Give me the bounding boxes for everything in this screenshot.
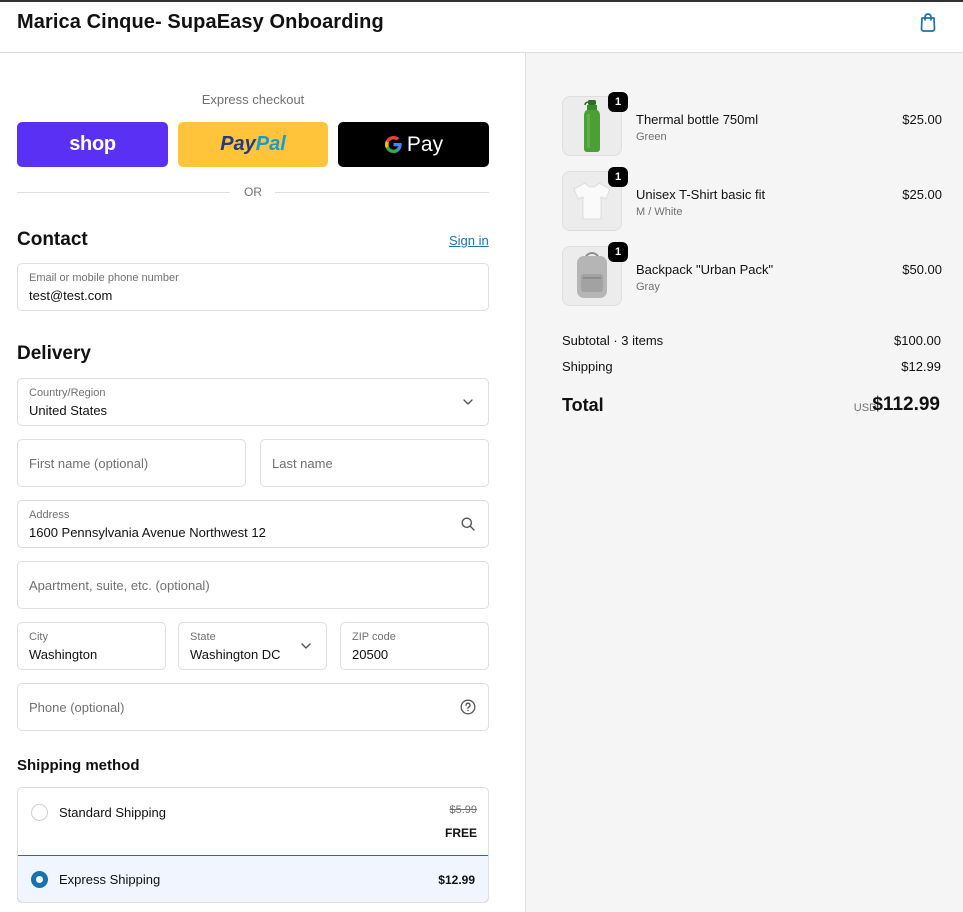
- item-name: Unisex T-Shirt basic fit: [636, 187, 766, 202]
- item-variant: Green: [636, 131, 667, 143]
- quantity-badge: 1: [608, 92, 628, 112]
- email-field[interactable]: Email or mobile phone number test@test.c…: [17, 263, 489, 311]
- first-name-field[interactable]: First name (optional): [17, 439, 246, 487]
- item-price: $25.00: [902, 187, 942, 202]
- checkout-form-panel: Express checkout shop PayPal Pay OR Cont…: [0, 53, 525, 912]
- item-name: Thermal bottle 750ml: [636, 112, 759, 127]
- cart-item: 1 Thermal bottle 750ml Green $25.00: [562, 92, 942, 158]
- shipping-row: Shipping $12.99: [562, 359, 941, 374]
- zip-value: 20500: [352, 647, 389, 662]
- city-label: City: [29, 631, 48, 643]
- apartment-placeholder: Apartment, suite, etc. (optional): [29, 578, 210, 593]
- country-select[interactable]: Country/Region United States: [17, 378, 489, 426]
- item-name: Backpack "Urban Pack": [636, 262, 774, 277]
- help-circle-icon[interactable]: [460, 699, 476, 715]
- google-pay-logo: Pay: [384, 133, 443, 157]
- express-checkout-label: Express checkout: [201, 92, 305, 107]
- chevron-down-icon: [463, 399, 473, 405]
- paypal-button[interactable]: PayPal: [178, 122, 328, 167]
- google-pay-button[interactable]: Pay: [338, 122, 489, 167]
- contact-title: Contact: [17, 229, 88, 250]
- zip-label: ZIP code: [352, 631, 396, 643]
- shipping-method-list: Standard Shipping $5.99 FREE Express Shi…: [17, 787, 489, 903]
- subtotal-value: $100.00: [894, 333, 941, 348]
- store-name[interactable]: Marica Cinque- SupaEasy Onboarding: [17, 11, 384, 34]
- divider-line: [275, 192, 489, 193]
- cart-item: 1 Unisex T-Shirt basic fit M / White $25…: [562, 167, 942, 233]
- express-shipping-option[interactable]: Express Shipping $12.99: [18, 855, 488, 902]
- first-name-placeholder: First name (optional): [29, 456, 149, 471]
- or-divider: OR: [17, 185, 489, 201]
- last-name-field[interactable]: Last name: [260, 439, 489, 487]
- green-bottle-image: [584, 100, 600, 152]
- express-shipping-name: Express Shipping: [59, 872, 161, 887]
- shop-pay-logo: shop: [69, 133, 116, 155]
- state-select[interactable]: State Washington DC: [178, 622, 327, 670]
- shopping-bag-icon[interactable]: [917, 11, 939, 33]
- phone-placeholder: Phone (optional): [29, 700, 125, 715]
- standard-shipping-radio[interactable]: [31, 804, 48, 821]
- item-variant: Gray: [636, 281, 660, 293]
- phone-field[interactable]: Phone (optional): [17, 683, 489, 731]
- cart-item: 1 Backpack "Urban Pack" Gray $50.00: [562, 242, 942, 308]
- standard-shipping-name: Standard Shipping: [59, 805, 166, 820]
- shipping-method-title: Shipping method: [17, 757, 140, 774]
- chevron-down-icon: [301, 643, 311, 649]
- shop-pay-button[interactable]: shop: [17, 122, 168, 167]
- address-field[interactable]: Address 1600 Pennsylvania Avenue Northwe…: [17, 500, 489, 548]
- item-price: $25.00: [902, 112, 942, 127]
- sign-in-link[interactable]: Sign in: [449, 233, 489, 248]
- state-label: State: [190, 631, 216, 643]
- header: Marica Cinque- SupaEasy Onboarding: [0, 2, 963, 53]
- item-variant: M / White: [636, 206, 683, 218]
- email-field-value: test@test.com: [29, 288, 113, 303]
- standard-shipping-option[interactable]: Standard Shipping $5.99 FREE: [18, 788, 488, 856]
- email-field-label: Email or mobile phone number: [29, 272, 179, 284]
- last-name-placeholder: Last name: [272, 456, 333, 471]
- address-value: 1600 Pennsylvania Avenue Northwest 12: [29, 525, 266, 540]
- city-field[interactable]: City Washington: [17, 622, 166, 670]
- express-shipping-radio[interactable]: [31, 871, 48, 888]
- express-shipping-price: $12.99: [438, 873, 475, 887]
- google-g-icon: [384, 135, 402, 154]
- quantity-badge: 1: [608, 167, 628, 187]
- total-label: Total: [562, 395, 604, 415]
- paypal-logo: PayPal: [220, 133, 286, 155]
- state-value: Washington DC: [190, 647, 281, 662]
- search-icon[interactable]: [460, 516, 476, 532]
- order-summary-panel: 1 Thermal bottle 750ml Green $25.00 1 Un…: [525, 53, 963, 912]
- standard-shipping-price: FREE: [444, 826, 477, 840]
- subtotal-row: Subtotal · 3 items $100.00: [562, 333, 941, 348]
- apartment-field[interactable]: Apartment, suite, etc. (optional): [17, 561, 489, 609]
- country-label: Country/Region: [29, 387, 106, 399]
- shipping-value: $12.99: [901, 359, 941, 374]
- total-value: $112.99: [872, 394, 940, 415]
- zip-field[interactable]: ZIP code 20500: [340, 622, 489, 670]
- address-label: Address: [29, 509, 70, 521]
- subtotal-label: Subtotal · 3 items: [562, 333, 664, 348]
- quantity-badge: 1: [608, 242, 628, 262]
- city-value: Washington: [29, 647, 98, 662]
- delivery-title: Delivery: [17, 343, 91, 364]
- item-price: $50.00: [902, 262, 942, 277]
- country-value: United States: [29, 403, 108, 418]
- standard-shipping-old-price: $5.99: [449, 804, 477, 816]
- shipping-label: Shipping: [562, 359, 613, 374]
